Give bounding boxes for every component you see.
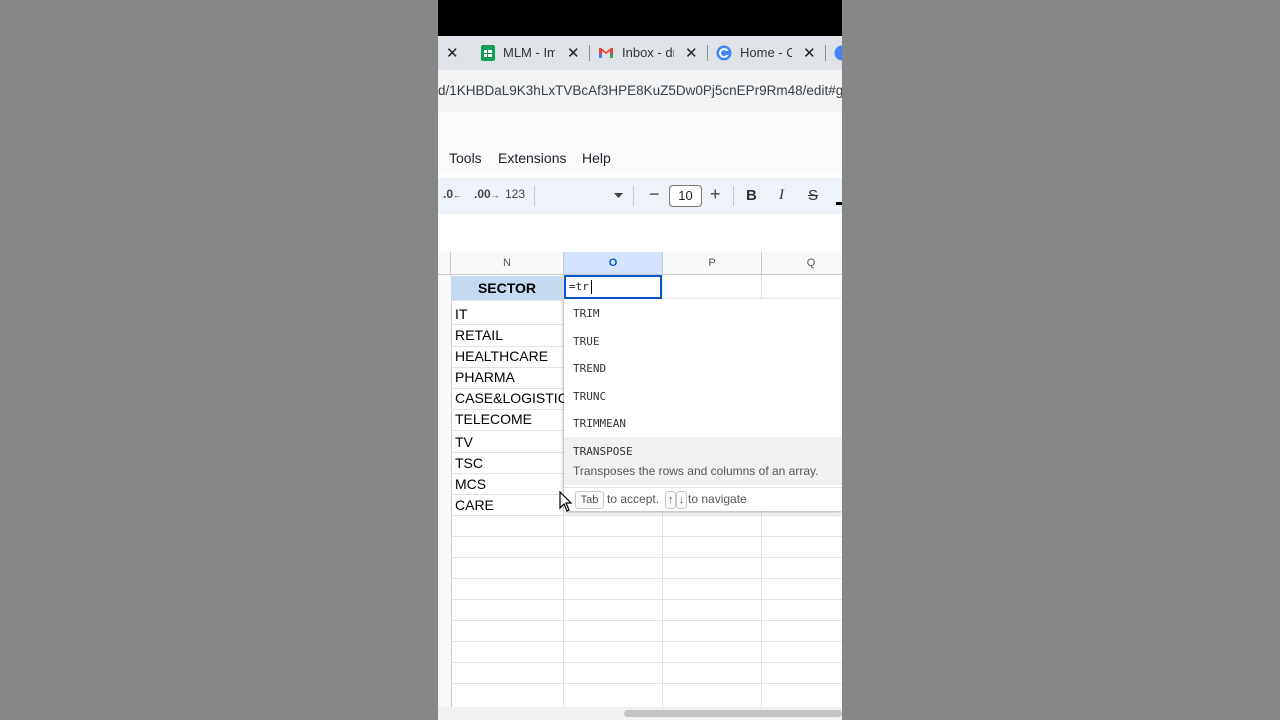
- decrease-decimal-button[interactable]: .0←: [443, 187, 462, 201]
- grid-line: [451, 641, 842, 642]
- sector-cell[interactable]: CASE&LOGISTIC: [455, 390, 568, 406]
- tab-label: Home - C: [740, 45, 792, 60]
- toolbar-divider: [633, 186, 634, 206]
- column-header-n[interactable]: N: [451, 252, 564, 275]
- row-header-strip: [438, 275, 452, 715]
- bold-button[interactable]: B: [746, 187, 757, 204]
- increase-decimal-label: .00: [474, 187, 491, 201]
- text-caret: [591, 280, 592, 294]
- sector-cell[interactable]: TSC: [455, 455, 483, 471]
- suggestion-item[interactable]: TRIM: [573, 307, 600, 320]
- tab-divider: [589, 45, 590, 61]
- tab-key-hint: Tab: [575, 491, 604, 509]
- active-cell-editor[interactable]: =tr: [564, 275, 662, 299]
- menu-bar: Tools Extensions Help: [438, 142, 842, 174]
- arrow-right-icon: →: [490, 190, 500, 200]
- tab-divider: [825, 45, 826, 61]
- sector-cell[interactable]: IT: [455, 306, 467, 322]
- cell-input-text[interactable]: =tr: [569, 280, 589, 293]
- column-header-q[interactable]: Q: [762, 252, 842, 275]
- strikethrough-button[interactable]: S: [808, 187, 818, 204]
- suggestion-description: Transposes the rows and columns of an ar…: [573, 464, 819, 478]
- sector-cell[interactable]: MCS: [455, 476, 486, 492]
- menu-extensions[interactable]: Extensions: [498, 150, 566, 166]
- canva-icon: [716, 45, 732, 61]
- close-icon[interactable]: ✕: [446, 44, 459, 62]
- suggestion-item[interactable]: TRIMMEAN: [573, 417, 626, 430]
- status-bar: [438, 0, 842, 36]
- grid-line: [451, 662, 842, 663]
- suggestion-item[interactable]: TREND: [573, 362, 606, 375]
- toolbar-divider: [534, 186, 535, 206]
- corner-cell[interactable]: [438, 252, 451, 275]
- sheets-icon: [481, 45, 495, 61]
- column-header-o[interactable]: O: [564, 252, 663, 275]
- tab-label: Inbox - dr: [622, 45, 674, 60]
- sector-cell[interactable]: TELECOME: [455, 411, 532, 427]
- left-letterbox: [0, 0, 438, 720]
- column-header-p[interactable]: P: [663, 252, 762, 275]
- tab-divider: [707, 45, 708, 61]
- text-color-swatch[interactable]: [836, 202, 842, 205]
- menu-tools[interactable]: Tools: [449, 150, 482, 166]
- right-letterbox: [842, 0, 1280, 720]
- font-dropdown-caret-icon[interactable]: [614, 193, 623, 199]
- tab-mlm[interactable]: MLM - Im ✕: [478, 36, 588, 70]
- tab-inbox[interactable]: Inbox - dr ✕: [598, 36, 708, 70]
- toolbar: .0← .00→ 123 − 10 + B I S: [438, 178, 842, 214]
- gmail-icon: [599, 48, 613, 58]
- menu-help[interactable]: Help: [582, 150, 611, 166]
- close-icon[interactable]: ✕: [803, 44, 816, 62]
- tab-home[interactable]: Home - C ✕: [716, 36, 826, 70]
- decrease-decimal-label: .0: [443, 187, 454, 201]
- formula-bar[interactable]: [438, 214, 842, 253]
- decrease-font-size-button[interactable]: −: [649, 184, 660, 205]
- arrow-left-icon: ←: [453, 190, 463, 200]
- canva-icon[interactable]: [834, 45, 842, 61]
- grid-line: [451, 683, 842, 684]
- phone-viewport: ✕ MLM - Im ✕ Inbox - dr ✕ Home - C ✕ d/1…: [438, 0, 842, 720]
- sector-cell[interactable]: HEALTHCARE: [455, 348, 548, 364]
- mouse-pointer-icon: [559, 491, 573, 512]
- down-arrow-key-icon: ↓: [676, 491, 687, 509]
- toolbar-divider: [733, 186, 734, 206]
- address-bar[interactable]: d/1KHBDaL9K3hLxTVBcAf3HPE8KuZ5Dw0Pj5cnEP…: [438, 70, 842, 113]
- sector-cell[interactable]: TV: [455, 434, 473, 450]
- url-text[interactable]: d/1KHBDaL9K3hLxTVBcAf3HPE8KuZ5Dw0Pj5cnEP…: [438, 83, 842, 98]
- italic-button[interactable]: I: [779, 187, 784, 204]
- formula-autocomplete-popup: TRIM TRUE TREND TRUNC TRIMMEAN TRANSPOSE…: [564, 299, 842, 511]
- suggestion-item-selected[interactable]: TRANSPOSE: [573, 445, 633, 458]
- close-icon[interactable]: ✕: [567, 44, 580, 62]
- close-icon[interactable]: ✕: [685, 44, 698, 62]
- autocomplete-hint-bar: Tab to accept. ↑ ↓ to navigate: [564, 487, 842, 512]
- sector-header-cell[interactable]: SECTOR: [451, 276, 563, 300]
- increase-font-size-button[interactable]: +: [710, 184, 721, 205]
- horizontal-scrollbar[interactable]: [438, 707, 842, 720]
- sector-cell[interactable]: RETAIL: [455, 327, 503, 343]
- more-formats-button[interactable]: 123: [505, 187, 525, 201]
- font-size-input[interactable]: 10: [669, 185, 702, 207]
- suggestion-item[interactable]: TRUE: [573, 335, 600, 348]
- tab-label: MLM - Im: [503, 45, 555, 60]
- grid-line: [451, 599, 842, 600]
- navigate-hint-text: to navigate: [688, 492, 747, 506]
- accept-hint-text: to accept.: [607, 492, 660, 506]
- grid-line: [451, 578, 842, 579]
- sector-cell[interactable]: PHARMA: [455, 369, 515, 385]
- grid-line: [451, 536, 842, 537]
- increase-decimal-button[interactable]: .00→: [474, 187, 500, 201]
- grid-line: [451, 557, 842, 558]
- up-arrow-key-icon: ↑: [665, 491, 676, 509]
- docs-title-area: [438, 112, 842, 142]
- grid-line: [451, 620, 842, 621]
- grid-line: [451, 515, 842, 516]
- sector-cell[interactable]: CARE: [455, 497, 494, 513]
- browser-tab-strip: ✕ MLM - Im ✕ Inbox - dr ✕ Home - C ✕: [438, 36, 842, 70]
- suggestion-item[interactable]: TRUNC: [573, 390, 606, 403]
- scrollbar-thumb[interactable]: [624, 710, 842, 717]
